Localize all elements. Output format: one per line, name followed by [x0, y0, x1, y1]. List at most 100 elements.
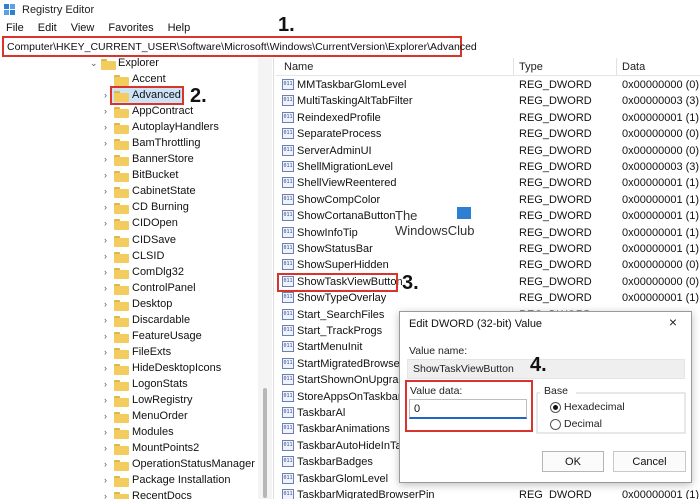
value-type: REG_DWORD	[519, 111, 592, 124]
chevron-right-icon[interactable]: ›	[104, 299, 107, 309]
tree-item[interactable]: › CD Burning	[0, 200, 273, 216]
tree-item[interactable]: › Advanced	[0, 88, 273, 104]
tree-item[interactable]: › LogonStats	[0, 377, 273, 393]
hexadecimal-radio[interactable]	[550, 402, 561, 413]
tree-item[interactable]: › ControlPanel	[0, 281, 273, 297]
tree-item[interactable]: › CLSID	[0, 249, 273, 265]
list-row[interactable]: 011 ShowStatusBar REG_DWORD 0x00000001 (1)	[276, 241, 700, 257]
tree-item[interactable]: › BamThrottling	[0, 136, 273, 152]
header-name[interactable]: Name	[284, 61, 313, 73]
chevron-right-icon[interactable]: ›	[104, 331, 107, 341]
tree-item[interactable]: › Package Installation	[0, 473, 273, 489]
list-row[interactable]: 011 ShowInfoTip REG_DWORD 0x00000001 (1)	[276, 225, 700, 241]
address-bar[interactable]: Computer\HKEY_CURRENT_USER\Software\Micr…	[2, 36, 477, 57]
value-data: 0x00000000 (0)	[622, 259, 700, 272]
chevron-right-icon[interactable]: ›	[104, 235, 107, 245]
chevron-down-icon[interactable]: ⌄	[90, 58, 98, 69]
list-row[interactable]: 011 ShowCompColor REG_DWORD 0x00000001 (1)	[276, 192, 700, 208]
menu-edit[interactable]: Edit	[38, 22, 57, 34]
chevron-right-icon[interactable]: ›	[104, 106, 107, 116]
tree-item-label: CD Burning	[132, 201, 189, 214]
tree-item[interactable]: › FeatureUsage	[0, 329, 273, 345]
tree-item-explorer[interactable]: ⌄ Explorer	[0, 58, 273, 72]
list-row[interactable]: 011 ShowSuperHidden REG_DWORD 0x00000000 (0…	[276, 257, 700, 273]
chevron-right-icon[interactable]: ›	[104, 363, 107, 373]
menu-view[interactable]: View	[71, 22, 95, 34]
chevron-right-icon[interactable]: ›	[104, 138, 107, 148]
chevron-right-icon[interactable]: ›	[104, 267, 107, 277]
header-separator[interactable]	[616, 58, 617, 76]
value-name: TaskbarAl	[297, 407, 346, 419]
list-row[interactable]: 011 SeparateProcess REG_DWORD 0x00000000 (0…	[276, 126, 700, 142]
chevron-right-icon[interactable]: ›	[104, 443, 107, 453]
folder-icon	[114, 315, 129, 327]
list-row[interactable]: 011 ShowCortanaButton REG_DWORD 0x00000001 …	[276, 208, 700, 224]
list-row[interactable]: 011 TaskbarMigratedBrowserPin REG_DWORD 0x0…	[276, 487, 700, 499]
value-name: MMTaskbarGlomLevel	[297, 79, 407, 91]
value-data-input[interactable]: 0	[409, 399, 527, 419]
tree-item[interactable]: › BannerStore	[0, 152, 273, 168]
header-data[interactable]: Data	[622, 61, 645, 73]
list-row[interactable]: 011 MultiTaskingAltTabFilter REG_DWORD 0x00…	[276, 93, 700, 109]
chevron-right-icon[interactable]: ›	[104, 427, 107, 437]
tree-item[interactable]: › OperationStatusManager	[0, 457, 273, 473]
tree-item[interactable]: › Desktop	[0, 297, 273, 313]
tree-item[interactable]: › MenuOrder	[0, 409, 273, 425]
tree-item[interactable]: › FileExts	[0, 345, 273, 361]
tree-item[interactable]: › RecentDocs	[0, 489, 273, 499]
tree-item[interactable]: › BitBucket	[0, 168, 273, 184]
value-name: TaskbarGlomLevel	[297, 472, 389, 485]
chevron-right-icon[interactable]: ›	[104, 122, 107, 132]
chevron-right-icon[interactable]: ›	[104, 395, 107, 405]
cancel-button[interactable]: Cancel	[613, 451, 686, 472]
chevron-right-icon[interactable]: ›	[104, 379, 107, 389]
ok-button[interactable]: OK	[542, 451, 604, 472]
reg-dword-icon: 011	[282, 341, 294, 353]
chevron-right-icon[interactable]: ›	[104, 283, 107, 293]
tree-item[interactable]: › HideDesktopIcons	[0, 361, 273, 377]
list-row[interactable]: 011 ShellMigrationLevel REG_DWORD 0x0000000…	[276, 159, 700, 175]
tree-item[interactable]: › Discardable	[0, 313, 273, 329]
tree-item[interactable]: › CIDSave	[0, 233, 273, 249]
header-separator[interactable]	[513, 58, 514, 76]
list-row[interactable]: 011 MMTaskbarGlomLevel REG_DWORD 0x00000000…	[276, 77, 700, 93]
chevron-right-icon[interactable]: ›	[104, 170, 107, 180]
chevron-right-icon[interactable]: ›	[104, 491, 107, 499]
value-type: REG_DWORD	[519, 193, 592, 206]
menu-help[interactable]: Help	[168, 22, 191, 34]
value-data: 0x00000003 (3)	[622, 95, 700, 108]
reg-dword-icon: 011	[282, 407, 294, 418]
menu-favorites[interactable]: Favorites	[108, 22, 153, 34]
tree-item[interactable]: › Modules	[0, 425, 273, 441]
chevron-right-icon[interactable]: ›	[104, 202, 107, 212]
chevron-right-icon[interactable]: ›	[104, 459, 107, 469]
chevron-right-icon[interactable]: ›	[104, 315, 107, 325]
tree-item[interactable]: Accent	[0, 72, 273, 88]
value-name: ShowTypeOverlay	[297, 292, 387, 305]
list-row[interactable]: 011 ReindexedProfile REG_DWORD 0x00000001 (…	[276, 110, 700, 126]
decimal-radio[interactable]	[550, 419, 561, 430]
chevron-right-icon[interactable]: ›	[104, 411, 107, 421]
chevron-right-icon[interactable]: ›	[104, 251, 107, 261]
list-row[interactable]: 011 ShellViewReentered REG_DWORD 0x00000001…	[276, 175, 700, 191]
value-type: REG_DWORD	[519, 177, 592, 190]
chevron-right-icon[interactable]: ›	[104, 186, 107, 196]
value-name: ShellMigrationLevel	[297, 161, 393, 173]
tree-item[interactable]: › ComDlg32	[0, 265, 273, 281]
tree-item[interactable]: › AutoplayHandlers	[0, 120, 273, 136]
chevron-right-icon[interactable]: ›	[104, 218, 107, 228]
list-row[interactable]: 011 ServerAdminUI REG_DWORD 0x00000000 (0)	[276, 143, 700, 159]
tree-item[interactable]: › LowRegistry	[0, 393, 273, 409]
list-row[interactable]: 011 ShowTypeOverlay REG_DWORD 0x00000001 (1…	[276, 290, 700, 306]
tree-item[interactable]: › MountPoints2	[0, 441, 273, 457]
menu-file[interactable]: File	[6, 22, 24, 34]
header-type[interactable]: Type	[519, 61, 543, 73]
tree-item[interactable]: › CIDOpen	[0, 216, 273, 232]
chevron-right-icon[interactable]: ›	[104, 475, 107, 485]
tree-item[interactable]: › CabinetState	[0, 184, 273, 200]
chevron-right-icon[interactable]: ›	[104, 154, 107, 164]
chevron-right-icon[interactable]: ›	[104, 347, 107, 357]
tree-item[interactable]: › AppContract	[0, 104, 273, 120]
chevron-right-icon[interactable]: ›	[104, 90, 107, 100]
close-icon[interactable]: ×	[669, 314, 677, 330]
